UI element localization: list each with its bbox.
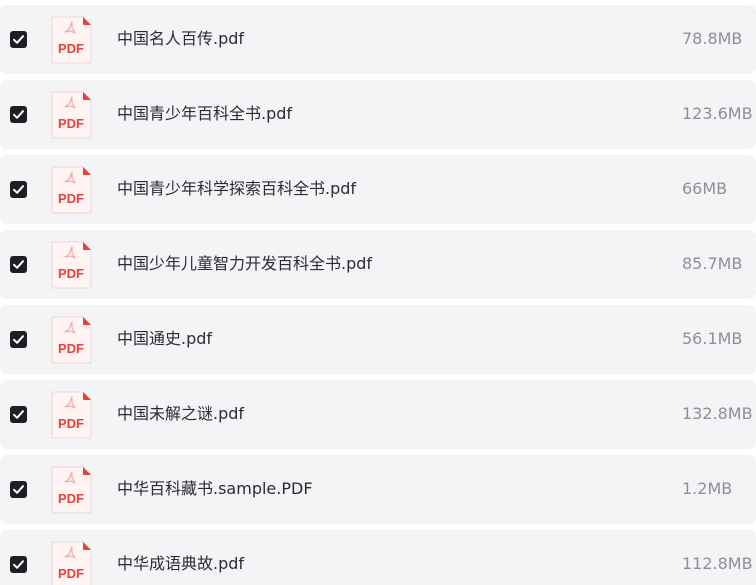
file-name: 中国青少年百科全书.pdf [117, 104, 293, 123]
file-size: 78.8MB [682, 29, 743, 48]
pdf-file-icon: PDF [50, 466, 92, 514]
pdf-icon-label: PDF [58, 41, 84, 56]
file-checkbox[interactable] [10, 556, 27, 573]
check-icon [13, 110, 24, 119]
pdf-file-icon: PDF [50, 166, 92, 214]
file-row[interactable]: PDF 中国少年儿童智力开发百科全书.pdf 85.7MB [0, 230, 756, 299]
file-checkbox[interactable] [10, 406, 27, 423]
file-row[interactable]: PDF 中华成语典故.pdf 112.8MB [0, 530, 756, 585]
file-row[interactable]: PDF 中国青少年科学探索百科全书.pdf 66MB [0, 155, 756, 224]
file-size: 1.2MB [682, 479, 733, 498]
file-name: 中国名人百传.pdf [117, 29, 245, 48]
pdf-icon-label: PDF [58, 191, 84, 206]
pdf-icon-label: PDF [58, 266, 84, 281]
check-icon [13, 185, 24, 194]
check-icon [13, 335, 24, 344]
file-name: 中国未解之谜.pdf [117, 404, 245, 423]
pdf-icon-label: PDF [58, 116, 84, 131]
file-size: 123.6MB [682, 104, 753, 123]
check-icon [13, 260, 24, 269]
pdf-icon-label: PDF [58, 341, 84, 356]
pdf-file-icon: PDF [50, 391, 92, 439]
check-icon [13, 485, 24, 494]
file-name: 中华百科藏书.sample.PDF [117, 479, 313, 498]
file-size: 66MB [682, 179, 728, 198]
file-name: 中国少年儿童智力开发百科全书.pdf [117, 254, 373, 273]
pdf-icon-label: PDF [58, 491, 84, 506]
pdf-file-icon: PDF [50, 541, 92, 585]
file-row[interactable]: PDF 中国名人百传.pdf 78.8MB [0, 5, 756, 74]
file-name: 中国通史.pdf [117, 329, 213, 348]
check-icon [13, 560, 24, 569]
pdf-file-icon: PDF [50, 241, 92, 289]
pdf-icon-label: PDF [58, 416, 84, 431]
pdf-file-icon: PDF [50, 91, 92, 139]
file-size: 85.7MB [682, 254, 743, 273]
file-name: 中国青少年科学探索百科全书.pdf [117, 179, 357, 198]
file-row[interactable]: PDF 中华百科藏书.sample.PDF 1.2MB [0, 455, 756, 524]
file-checkbox[interactable] [10, 31, 27, 48]
pdf-file-icon: PDF [50, 16, 92, 64]
file-size: 56.1MB [682, 329, 743, 348]
file-checkbox[interactable] [10, 256, 27, 273]
file-checkbox[interactable] [10, 106, 27, 123]
check-icon [13, 35, 24, 44]
pdf-icon-label: PDF [58, 566, 84, 581]
file-checkbox[interactable] [10, 181, 27, 198]
file-checkbox[interactable] [10, 481, 27, 498]
file-checkbox[interactable] [10, 331, 27, 348]
file-row[interactable]: PDF 中国通史.pdf 56.1MB [0, 305, 756, 374]
file-size: 112.8MB [682, 554, 753, 573]
file-size: 132.8MB [682, 404, 753, 423]
file-row[interactable]: PDF 中国未解之谜.pdf 132.8MB [0, 380, 756, 449]
file-list: PDF 中国名人百传.pdf 78.8MB PDF 中国青少年百科全书.pdf … [0, 0, 756, 585]
file-row[interactable]: PDF 中国青少年百科全书.pdf 123.6MB [0, 80, 756, 149]
file-name: 中华成语典故.pdf [117, 554, 245, 573]
pdf-file-icon: PDF [50, 316, 92, 364]
check-icon [13, 410, 24, 419]
